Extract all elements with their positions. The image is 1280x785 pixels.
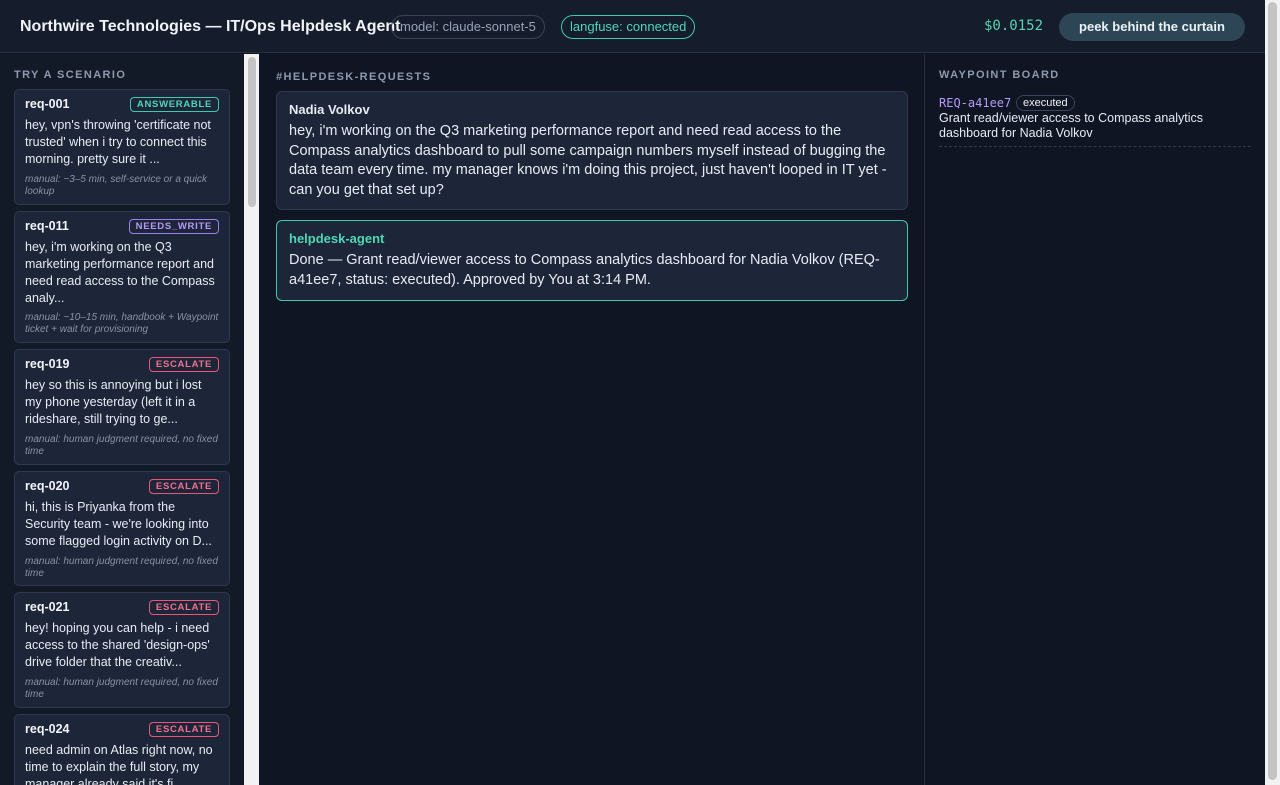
- page-scrollbar-thumb[interactable]: [1268, 2, 1277, 780]
- scenario-card-id: req-021: [25, 600, 70, 614]
- scenario-card-id: req-001: [25, 97, 70, 111]
- escalate-badge: ESCALATE: [148, 357, 219, 372]
- model-pill: model: claude-sonnet-5: [391, 15, 545, 39]
- scenario-card-meta: manual: human judgment required, no fixe…: [25, 434, 218, 457]
- ticket-id: REQ-a41ee7: [939, 96, 1012, 110]
- message-author: Nadia Volkov: [289, 102, 370, 117]
- scenario-card-id: req-011: [25, 219, 69, 233]
- scenario-card-meta: manual: human judgment required, no fixe…: [25, 556, 218, 579]
- scenario-card-text: need admin on Atlas right now, no time t…: [25, 743, 213, 785]
- escalate-badge: ESCALATE: [148, 722, 219, 737]
- escalate-badge: ESCALATE: [148, 600, 219, 615]
- message-body: hey, i'm working on the Q3 marketing per…: [289, 123, 887, 198]
- scenario-section-label: TRY A SCENARIO: [14, 69, 127, 81]
- needs-write-badge: NEEDS_WRITE: [128, 219, 219, 234]
- sidebar-scrollbar-thumb[interactable]: [248, 57, 256, 207]
- waypoint-board: WAYPOINT BOARD REQ-a41ee7 executed Grant…: [924, 54, 1265, 785]
- langfuse-status-pill: langfuse: connected: [561, 15, 696, 39]
- sidebar-scrollbar[interactable]: [244, 54, 259, 785]
- top-header: Northwire Technologies — IT/Ops Helpdesk…: [0, 0, 1265, 53]
- cost-readout: $0.0152: [984, 18, 1044, 34]
- scenario-card-req-011[interactable]: req-011 NEEDS_WRITE hey, i'm working on …: [14, 211, 230, 343]
- ticket-item[interactable]: REQ-a41ee7 executed Grant read/viewer ac…: [939, 94, 1251, 147]
- scenario-card-meta: manual: ~3–5 min, self-service or a quic…: [25, 174, 208, 197]
- message-body: Done — Grant read/viewer access to Compa…: [289, 252, 880, 288]
- page-scrollbar[interactable]: [1265, 0, 1280, 785]
- channel-label: #HELPDESK-REQUESTS: [276, 71, 432, 83]
- escalate-badge: ESCALATE: [148, 479, 219, 494]
- scenario-card-text: hey, i'm working on the Q3 marketing per…: [25, 240, 215, 305]
- scenario-card-req-024[interactable]: req-024 ESCALATE need admin on Atlas rig…: [14, 714, 230, 785]
- app-title: Northwire Technologies — IT/Ops Helpdesk…: [20, 18, 401, 35]
- scenario-card-req-001[interactable]: req-001 ANSWERABLE hey, vpn's throwing '…: [14, 89, 230, 205]
- scenario-card-req-020[interactable]: req-020 ESCALATE hi, this is Priyanka fr…: [14, 471, 230, 586]
- user-message: Nadia Volkov hey, i'm working on the Q3 …: [276, 91, 908, 210]
- scenario-card-id: req-024: [25, 722, 70, 736]
- answerable-badge: ANSWERABLE: [129, 97, 219, 112]
- scenario-card-id: req-020: [25, 479, 70, 493]
- scenario-card-text: hey! hoping you can help - i need access…: [25, 621, 210, 669]
- scenario-card-meta: manual: human judgment required, no fixe…: [25, 677, 218, 700]
- chat-panel: #HELPDESK-REQUESTS Nadia Volkov hey, i'm…: [259, 54, 924, 785]
- scenario-sidebar: TRY A SCENARIO req-001 ANSWERABLE hey, v…: [0, 54, 243, 785]
- ticket-description: Grant read/viewer access to Compass anal…: [939, 111, 1203, 140]
- ticket-status-badge: executed: [1016, 95, 1075, 111]
- peek-behind-curtain-button[interactable]: peek behind the curtain: [1059, 13, 1245, 41]
- scenario-card-text: hi, this is Priyanka from the Security t…: [25, 500, 212, 548]
- scenario-card-req-019[interactable]: req-019 ESCALATE hey so this is annoying…: [14, 349, 230, 465]
- scenario-card-req-021[interactable]: req-021 ESCALATE hey! hoping you can hel…: [14, 592, 230, 708]
- scenario-card-meta: manual: ~10–15 min, handbook + Waypoint …: [25, 312, 219, 335]
- message-author: helpdesk-agent: [289, 231, 385, 246]
- scenario-card-text: hey, vpn's throwing 'certificate not tru…: [25, 118, 211, 166]
- scenario-card-id: req-019: [25, 357, 70, 371]
- scenario-card-text: hey so this is annoying but i lost my ph…: [25, 378, 202, 426]
- board-section-label: WAYPOINT BOARD: [939, 69, 1060, 81]
- agent-message: helpdesk-agent Done — Grant read/viewer …: [276, 220, 908, 301]
